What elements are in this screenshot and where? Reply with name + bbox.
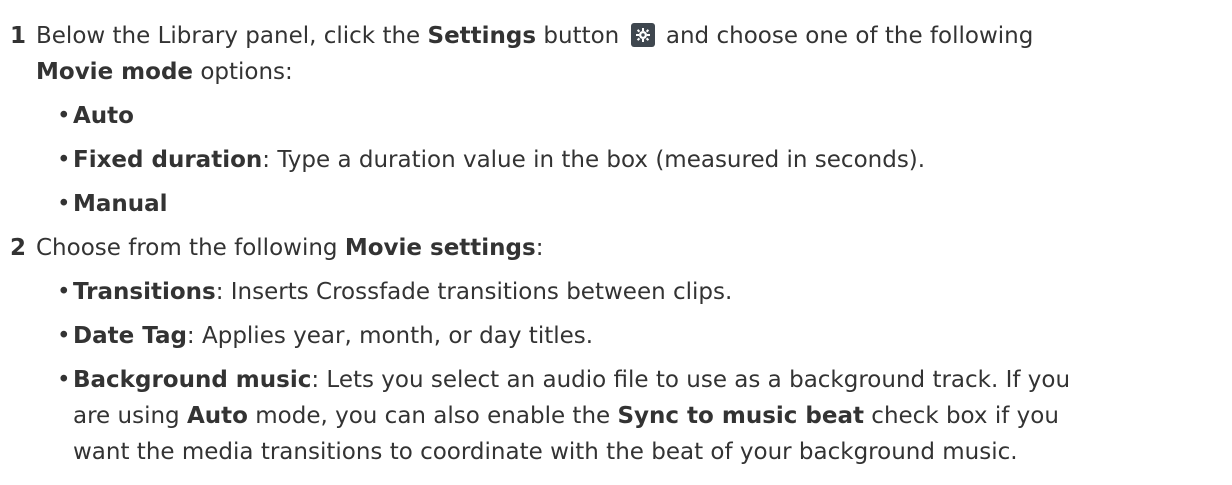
instruction-text: and choose one of the following xyxy=(658,23,1034,49)
bullet-dot: • xyxy=(57,367,71,393)
list-item-auto: • Auto xyxy=(57,98,1224,134)
option-text: want the media transitions to coordinate… xyxy=(73,439,1018,465)
bullet-dot: • xyxy=(57,279,71,305)
option-label: Date Tag xyxy=(73,323,187,349)
movie-settings-label: Movie settings xyxy=(344,235,536,261)
option-text: : Applies year, month, or day titles. xyxy=(186,323,594,349)
option-label: Background music xyxy=(73,367,312,393)
sync-to-music-beat-label: Sync to music beat xyxy=(617,403,864,429)
instruction-text: : xyxy=(535,235,544,261)
option-label: Manual xyxy=(73,191,168,217)
bullet-dot: • xyxy=(57,323,71,349)
option-text: mode, you can also enable the xyxy=(247,403,618,429)
list-item-date-tag: • Date Tag: Applies year, month, or day t… xyxy=(57,318,1224,354)
option-label: Transitions xyxy=(73,279,216,305)
option-text: : Inserts Crossfade transitions between … xyxy=(215,279,733,305)
option-text: are using xyxy=(73,403,187,429)
step-number: 2 xyxy=(10,235,27,261)
option-label: Fixed duration xyxy=(73,147,263,173)
instruction-text: options: xyxy=(193,59,293,85)
option-text: check box if you xyxy=(864,403,1059,429)
bullet-dot: • xyxy=(57,103,71,129)
list-item-manual: • Manual xyxy=(57,186,1224,222)
step-number: 1 xyxy=(10,23,27,49)
settings-label: Settings xyxy=(427,23,537,49)
movie-mode-label: Movie mode xyxy=(36,59,194,85)
bullet-dot: • xyxy=(57,191,71,217)
gear-icon xyxy=(630,23,655,47)
option-text: : Lets you select an audio file to use a… xyxy=(311,367,1071,393)
step-1-instruction: Below the Library panel, click the Setti… xyxy=(36,18,1224,54)
instruction-text: button xyxy=(536,23,620,49)
auto-mode-label: Auto xyxy=(186,403,248,429)
option-label: Auto xyxy=(73,103,134,129)
instruction-text: Choose from the following xyxy=(36,235,345,261)
step-2-instruction: Choose from the following Movie settings… xyxy=(36,230,1224,266)
bullet-dot: • xyxy=(57,147,71,173)
background-music-line3: want the media transitions to coordinate… xyxy=(57,434,1224,470)
list-item-background-music: • Background music: Lets you select an au… xyxy=(57,362,1224,398)
step-1-instruction-line2: Movie mode options: xyxy=(36,54,1224,90)
list-item-fixed-duration: • Fixed duration: Type a duration value i… xyxy=(57,142,1224,178)
instruction-text: Below the Library panel, click the xyxy=(36,23,428,49)
background-music-line2: are using Auto mode, you can also enable… xyxy=(57,398,1224,434)
list-item-transitions: • Transitions: Inserts Crossfade transiti… xyxy=(57,274,1224,310)
option-text: : Type a duration value in the box (meas… xyxy=(262,147,926,173)
